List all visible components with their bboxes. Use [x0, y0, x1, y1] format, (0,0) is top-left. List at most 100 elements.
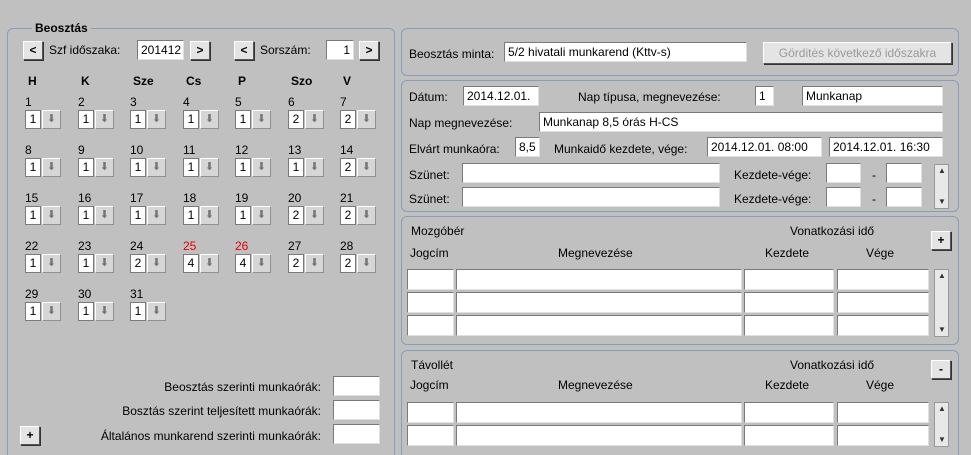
- table-cell-input[interactable]: [744, 269, 834, 290]
- down-arrow-icon[interactable]: ⬇: [42, 254, 61, 273]
- down-arrow-icon[interactable]: ⬇: [200, 254, 219, 273]
- down-arrow-icon[interactable]: ⬇: [357, 254, 376, 273]
- down-arrow-icon[interactable]: ⬇: [357, 206, 376, 225]
- mozgober-scrollbar[interactable]: ▲ ▼: [934, 269, 949, 337]
- table-cell-input[interactable]: [837, 292, 929, 313]
- down-arrow-icon[interactable]: ⬇: [252, 206, 271, 225]
- table-cell-input[interactable]: [456, 269, 742, 290]
- table-cell-input[interactable]: [456, 315, 742, 336]
- scroll-up-icon[interactable]: ▲: [937, 404, 947, 414]
- table-cell-input[interactable]: [744, 292, 834, 313]
- day-type-input[interactable]: 1: [288, 158, 304, 177]
- day-type-input[interactable]: 1: [130, 158, 146, 177]
- nap-megnevezes-input[interactable]: Munkanap 8,5 órás H-CS: [539, 112, 943, 132]
- munkaido-kezdete-input[interactable]: 2014.12.01. 08:00: [707, 137, 822, 157]
- down-arrow-icon[interactable]: ⬇: [95, 302, 114, 321]
- nap-tipus-name-input[interactable]: Munkanap: [802, 86, 943, 106]
- down-arrow-icon[interactable]: ⬇: [147, 158, 166, 177]
- down-arrow-icon[interactable]: ⬇: [252, 254, 271, 273]
- szunet1-vege-input[interactable]: [886, 163, 922, 183]
- day-type-input[interactable]: 4: [235, 254, 251, 273]
- day-type-input[interactable]: 2: [340, 158, 356, 177]
- szunet2-vege-input[interactable]: [886, 187, 922, 207]
- gorditas-button[interactable]: Görditės következő időszakra: [763, 42, 952, 64]
- scroll-down-icon[interactable]: ▼: [937, 325, 947, 335]
- szunet1-input[interactable]: [462, 163, 720, 183]
- sum1-input[interactable]: [333, 376, 380, 396]
- down-arrow-icon[interactable]: ⬇: [147, 206, 166, 225]
- day-type-input[interactable]: 1: [183, 158, 199, 177]
- scroll-down-icon[interactable]: ▼: [937, 435, 947, 445]
- day-type-input[interactable]: 2: [130, 254, 146, 273]
- elvart-input[interactable]: 8,5: [515, 137, 540, 157]
- day-type-input[interactable]: 1: [78, 110, 94, 129]
- table-cell-input[interactable]: [456, 425, 742, 446]
- down-arrow-icon[interactable]: ⬇: [42, 110, 61, 129]
- sum2-input[interactable]: [333, 400, 380, 420]
- day-type-input[interactable]: 2: [288, 206, 304, 225]
- day-type-input[interactable]: 1: [183, 110, 199, 129]
- day-type-input[interactable]: 1: [78, 206, 94, 225]
- add-button[interactable]: +: [20, 426, 40, 445]
- minta-input[interactable]: 5/2 hivatali munkarend (Kttv-s): [504, 42, 747, 62]
- down-arrow-icon[interactable]: ⬇: [147, 254, 166, 273]
- down-arrow-icon[interactable]: ⬇: [42, 206, 61, 225]
- day-type-input[interactable]: 2: [340, 110, 356, 129]
- scroll-down-icon[interactable]: ▼: [937, 197, 947, 207]
- day-type-input[interactable]: 1: [130, 206, 146, 225]
- down-arrow-icon[interactable]: ⬇: [200, 206, 219, 225]
- tavollet-scrollbar[interactable]: ▲ ▼: [934, 402, 949, 447]
- down-arrow-icon[interactable]: ⬇: [147, 110, 166, 129]
- szunet2-input[interactable]: [462, 187, 720, 207]
- table-cell-input[interactable]: [744, 402, 834, 423]
- down-arrow-icon[interactable]: ⬇: [42, 302, 61, 321]
- down-arrow-icon[interactable]: ⬇: [200, 110, 219, 129]
- day-type-input[interactable]: 4: [183, 254, 199, 273]
- table-cell-input[interactable]: [407, 425, 454, 446]
- day-type-input[interactable]: 1: [25, 206, 41, 225]
- sorszam-prev-button[interactable]: <: [234, 41, 254, 60]
- day-type-input[interactable]: 1: [235, 110, 251, 129]
- day-type-input[interactable]: 1: [78, 302, 94, 321]
- szf-input[interactable]: 201412: [137, 40, 184, 60]
- table-cell-input[interactable]: [837, 402, 929, 423]
- day-type-input[interactable]: 1: [183, 206, 199, 225]
- table-cell-input[interactable]: [456, 292, 742, 313]
- day-type-input[interactable]: 1: [25, 254, 41, 273]
- down-arrow-icon[interactable]: ⬇: [95, 110, 114, 129]
- tavollet-remove-button[interactable]: -: [931, 360, 951, 379]
- down-arrow-icon[interactable]: ⬇: [305, 158, 324, 177]
- szunet-scrollbar[interactable]: ▲ ▼: [934, 164, 949, 209]
- down-arrow-icon[interactable]: ⬇: [305, 254, 324, 273]
- table-cell-input[interactable]: [837, 315, 929, 336]
- szunet1-kezdete-input[interactable]: [826, 163, 861, 183]
- szf-prev-button[interactable]: <: [23, 41, 43, 60]
- table-cell-input[interactable]: [744, 425, 834, 446]
- down-arrow-icon[interactable]: ⬇: [357, 158, 376, 177]
- munkaido-vege-input[interactable]: 2014.12.01. 16:30: [829, 137, 943, 157]
- day-type-input[interactable]: 2: [340, 206, 356, 225]
- down-arrow-icon[interactable]: ⬇: [147, 302, 166, 321]
- day-type-input[interactable]: 1: [25, 302, 41, 321]
- down-arrow-icon[interactable]: ⬇: [95, 206, 114, 225]
- sorszam-input[interactable]: 1: [326, 40, 354, 60]
- day-type-input[interactable]: 1: [130, 110, 146, 129]
- day-type-input[interactable]: 2: [288, 254, 304, 273]
- down-arrow-icon[interactable]: ⬇: [252, 110, 271, 129]
- day-type-input[interactable]: 1: [25, 110, 41, 129]
- table-cell-input[interactable]: [407, 315, 454, 336]
- table-cell-input[interactable]: [407, 402, 454, 423]
- table-cell-input[interactable]: [407, 292, 454, 313]
- table-cell-input[interactable]: [407, 269, 454, 290]
- down-arrow-icon[interactable]: ⬇: [252, 158, 271, 177]
- szunet2-kezdete-input[interactable]: [826, 187, 861, 207]
- day-type-input[interactable]: 1: [78, 254, 94, 273]
- day-type-input[interactable]: 1: [235, 158, 251, 177]
- table-cell-input[interactable]: [456, 402, 742, 423]
- scroll-up-icon[interactable]: ▲: [937, 166, 947, 176]
- datum-input[interactable]: 2014.12.01.: [463, 86, 539, 106]
- table-cell-input[interactable]: [744, 315, 834, 336]
- table-cell-input[interactable]: [837, 425, 929, 446]
- szf-next-button[interactable]: >: [190, 41, 210, 60]
- day-type-input[interactable]: 1: [235, 206, 251, 225]
